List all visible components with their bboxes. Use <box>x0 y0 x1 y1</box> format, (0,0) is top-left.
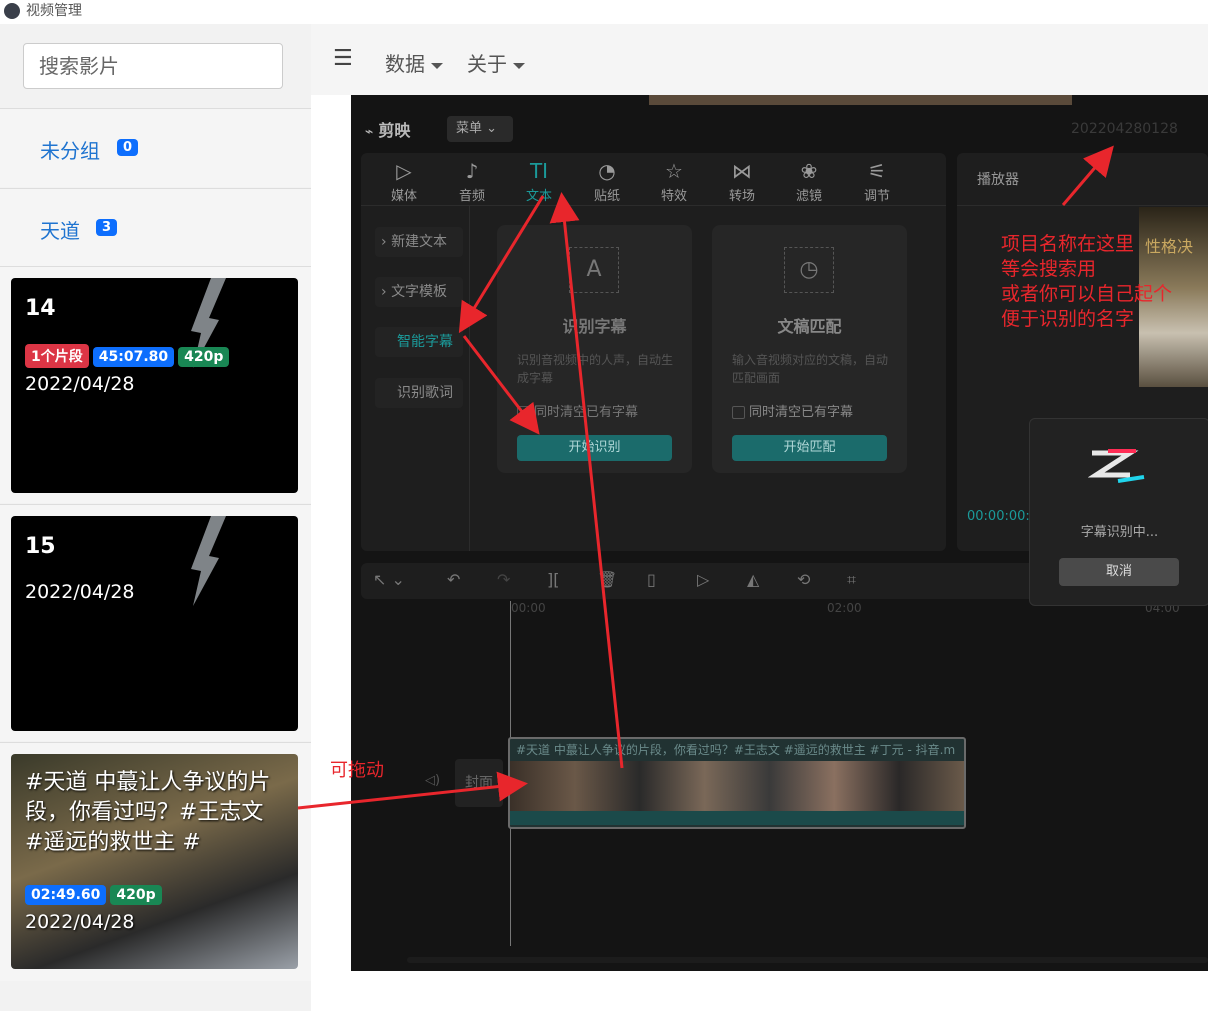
arrow-to-text-tab <box>549 192 624 769</box>
arrow-to-project-name <box>1061 145 1114 206</box>
arrow-to-smart-subtitle <box>458 195 545 334</box>
annotation-arrows <box>297 145 1114 810</box>
arrow-drag-to-timeline <box>297 771 528 810</box>
arrow-to-start-button <box>462 335 540 435</box>
arrow-lines <box>297 145 1114 810</box>
